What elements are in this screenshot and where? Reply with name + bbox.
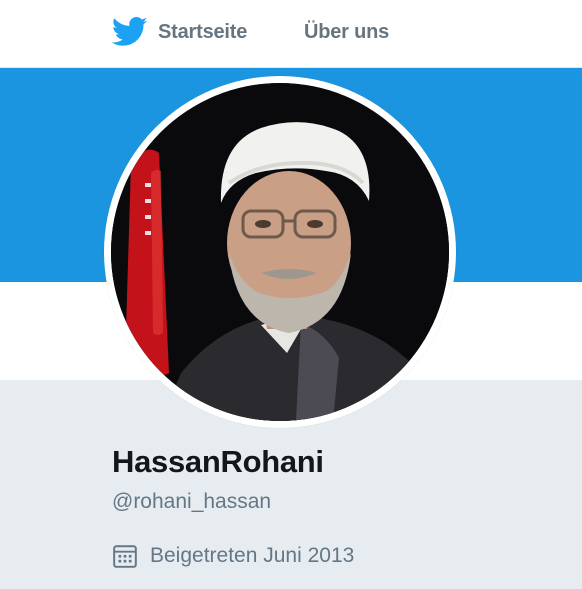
profile-display-name[interactable]: HassanRohani [112, 444, 324, 480]
calendar-icon [112, 543, 138, 569]
nav-home-label: Startseite [158, 20, 248, 43]
avatar[interactable] [111, 83, 449, 421]
top-navigation-bar: Startseite Über uns [0, 0, 582, 68]
nav-about-link[interactable]: Über uns [304, 18, 389, 46]
nav-home-link[interactable]: Startseite [111, 17, 248, 47]
profile-screen-name[interactable]: @rohani_hassan [112, 490, 271, 514]
avatar-frame[interactable] [104, 76, 456, 428]
joined-date-label: Beigetreten Juni 2013 [150, 544, 355, 567]
profile-photo [111, 83, 449, 421]
twitter-bird-icon [111, 17, 148, 47]
nav-about-label: Über uns [304, 20, 390, 43]
joined-date: Beigetreten Juni 2013 [112, 543, 354, 569]
